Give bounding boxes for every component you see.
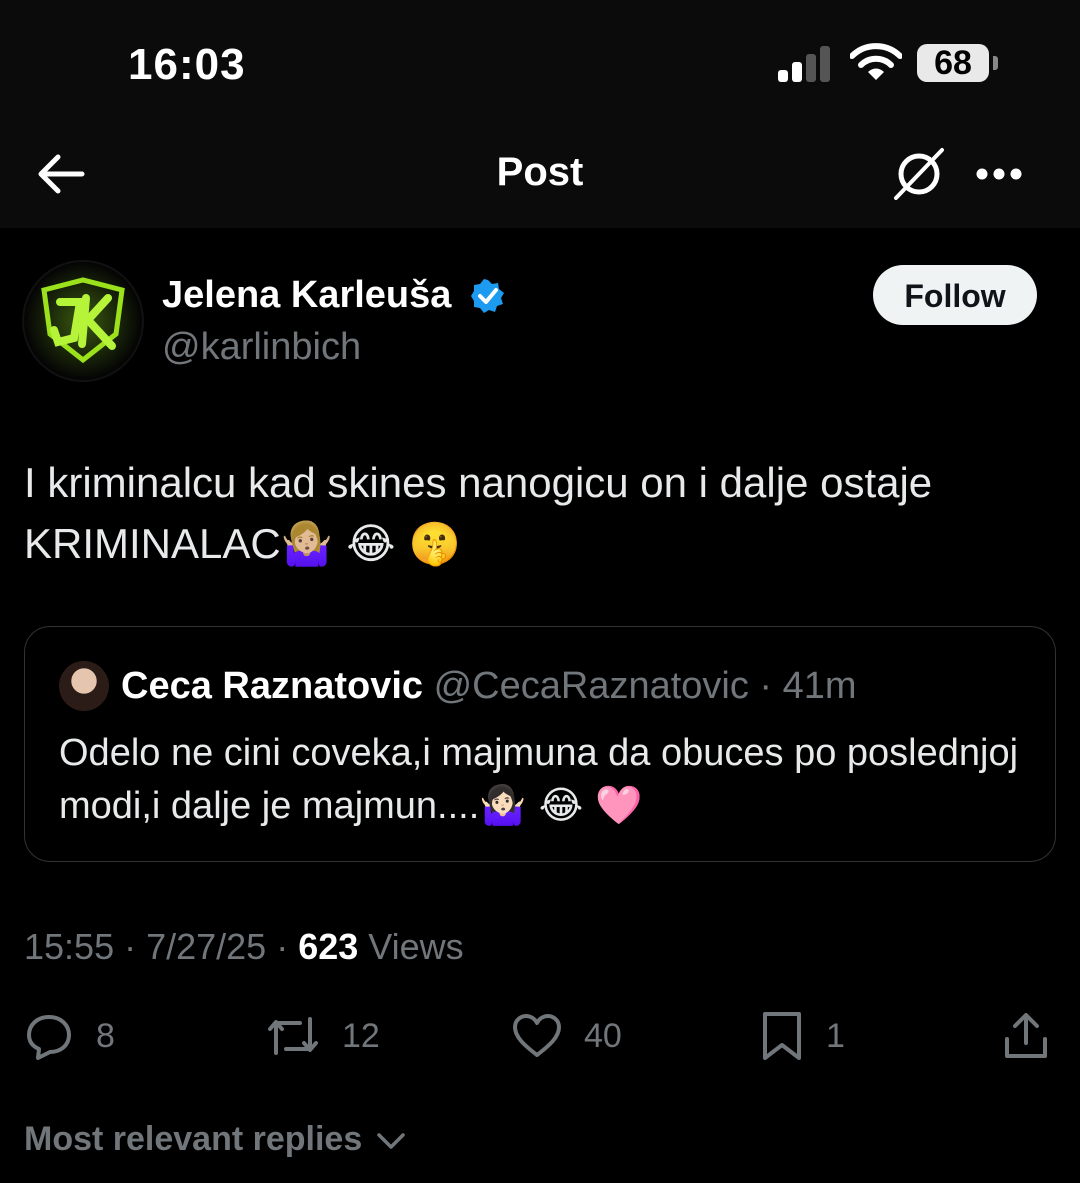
like-icon bbox=[513, 1014, 561, 1057]
views-count: 623 bbox=[298, 926, 359, 967]
quoted-post-text: Odelo ne cini coveka,i majmuna da obuces… bbox=[59, 727, 1019, 832]
battery-tip bbox=[993, 56, 998, 70]
share-icon bbox=[1005, 1013, 1047, 1058]
bookmark-count: 1 bbox=[826, 1016, 845, 1055]
like-button[interactable]: 40 bbox=[512, 1006, 622, 1066]
post-meta: 15:55 · 7/27/25 · 623 Views bbox=[24, 926, 464, 968]
verified-badge-icon bbox=[471, 279, 504, 313]
author-logo-icon bbox=[25, 263, 141, 379]
reply-count: 8 bbox=[96, 1016, 115, 1055]
bookmark-button[interactable]: 1 bbox=[760, 1006, 845, 1066]
share-button[interactable] bbox=[1002, 1006, 1050, 1066]
like-count: 40 bbox=[584, 1016, 622, 1055]
status-bar: 16:03 68 bbox=[0, 0, 1080, 120]
top-nav-bar: Post bbox=[0, 120, 1080, 228]
follow-button[interactable]: Follow bbox=[873, 265, 1037, 325]
wifi-icon bbox=[850, 43, 902, 80]
post-text: I kriminalcu kad skines nanogicu on i da… bbox=[24, 452, 1054, 574]
post-actions-bar: 8 12 40 1 bbox=[0, 1006, 1080, 1066]
chevron-down-icon bbox=[376, 1133, 405, 1149]
quoted-author-avatar[interactable] bbox=[59, 661, 109, 711]
repost-button[interactable]: 12 bbox=[266, 1006, 380, 1066]
author-name[interactable]: Jelena Karleuša bbox=[162, 274, 451, 317]
quoted-post-header: Ceca Raznatovic @CecaRaznatovic · 41m bbox=[121, 665, 857, 708]
replies-sort-label: Most relevant replies bbox=[24, 1120, 363, 1158]
reply-button[interactable]: 8 bbox=[24, 1006, 115, 1066]
cellular-signal-icon bbox=[778, 46, 834, 82]
post-timestamp: 15:55 · 7/27/25 · bbox=[24, 926, 299, 967]
post-emojis: 🤷🏼‍♀️ 😂 🤫 bbox=[280, 519, 462, 568]
author-handle[interactable]: @karlinbich bbox=[162, 326, 361, 369]
quoted-post-card[interactable]: Ceca Raznatovic @CecaRaznatovic · 41m Od… bbox=[24, 626, 1056, 862]
status-time: 16:03 bbox=[128, 40, 246, 89]
battery-indicator: 68 bbox=[917, 44, 989, 82]
quoted-author-name: Ceca Raznatovic bbox=[121, 665, 424, 707]
more-icon[interactable] bbox=[975, 167, 1023, 181]
quoted-author-meta: @CecaRaznatovic · 41m bbox=[433, 665, 857, 707]
views-label: Views bbox=[358, 926, 464, 967]
repost-icon bbox=[268, 1017, 318, 1055]
grok-icon[interactable] bbox=[890, 146, 950, 202]
bookmark-icon bbox=[763, 1012, 801, 1060]
quoted-emojis: 🤷🏻‍♀️ 😂 🩷 bbox=[479, 783, 643, 827]
author-avatar[interactable] bbox=[24, 262, 142, 380]
post-body-text: I kriminalcu kad skines nanogicu on i da… bbox=[24, 459, 933, 567]
reply-icon bbox=[27, 1015, 71, 1060]
replies-sort-dropdown[interactable]: Most relevant replies bbox=[24, 1120, 406, 1159]
repost-count: 12 bbox=[342, 1016, 380, 1055]
